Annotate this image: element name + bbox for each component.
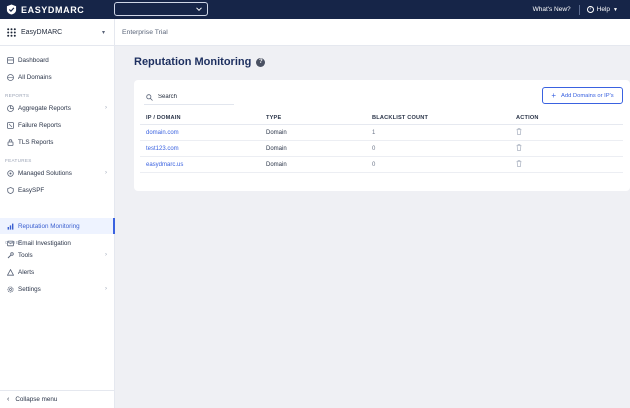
organization-select[interactable] xyxy=(114,2,208,16)
add-domains-button[interactable]: + Add Domains or IP's xyxy=(542,87,623,104)
failure-icon xyxy=(6,121,14,129)
action-cell xyxy=(516,160,623,169)
sidebar-item-label: Alerts xyxy=(18,268,35,276)
domain-link[interactable]: easydmarc.us xyxy=(140,162,266,168)
blacklist-count-cell: 0 xyxy=(372,161,376,168)
top-bar: EASYDMARC What's New? ? Help ▼ xyxy=(0,0,630,19)
plus-icon: + xyxy=(551,90,556,100)
domain-link[interactable]: test123.com xyxy=(140,146,266,152)
type-cell: Domain xyxy=(266,129,287,136)
column-header-action: ACTION xyxy=(516,114,539,121)
section-reports: REPORTS xyxy=(5,93,30,98)
search-box[interactable] xyxy=(144,90,234,105)
type-cell: Domain xyxy=(266,145,287,152)
section-other: OTHER xyxy=(5,240,23,245)
action-cell xyxy=(516,144,623,153)
table-row: test123.com Domain 0 xyxy=(140,141,623,157)
whats-new-link[interactable]: What's New? xyxy=(533,6,571,13)
app-switcher[interactable]: EasyDMARC ▾ xyxy=(0,19,115,46)
tools-icon xyxy=(6,251,14,259)
aggregate-icon xyxy=(6,104,14,112)
table-header: IP / DOMAIN TYPE BLACKLIST COUNT ACTION xyxy=(140,111,623,125)
chevron-right-icon: › xyxy=(105,286,107,292)
chevron-right-icon: › xyxy=(105,170,107,176)
sidebar: EasyDMARC ▾ Dashboard All Domains REPORT… xyxy=(0,19,115,408)
sidebar-item-label: Reputation Monitoring xyxy=(18,222,80,230)
chevron-down-icon xyxy=(196,7,202,12)
collapse-menu-button[interactable]: ‹ Collapse menu xyxy=(0,390,115,408)
sidebar-item-aggregate-reports[interactable]: Aggregate Reports › xyxy=(0,100,115,116)
divider xyxy=(578,4,580,15)
sidebar-item-alerts[interactable]: Alerts xyxy=(0,264,115,280)
table-row: domain.com Domain 1 xyxy=(140,125,623,141)
sidebar-item-managed-solutions[interactable]: Managed Solutions › xyxy=(0,165,115,181)
chevron-left-icon: ‹ xyxy=(7,396,10,403)
sidebar-item-tools[interactable]: Tools › xyxy=(0,247,115,263)
sidebar-item-label: Managed Solutions xyxy=(18,169,72,177)
table-row: easydmarc.us Domain 0 xyxy=(140,157,623,173)
help-label: Help xyxy=(596,6,611,13)
trash-icon[interactable] xyxy=(516,144,522,151)
page-title-text: Reputation Monitoring xyxy=(134,56,252,68)
sidebar-item-label: Failure Reports xyxy=(18,121,62,129)
chevron-down-icon: ▾ xyxy=(101,29,105,36)
sidebar-item-failure-reports[interactable]: Failure Reports xyxy=(0,117,115,133)
page-title: Reputation Monitoring ? xyxy=(134,56,266,68)
monitoring-card: + Add Domains or IP's IP / DOMAIN TYPE B… xyxy=(134,80,630,191)
settings-icon xyxy=(6,285,14,293)
chevron-right-icon: › xyxy=(105,105,107,111)
section-features: FEATURES xyxy=(5,158,32,163)
sidebar-item-tls-reports[interactable]: TLS Reports xyxy=(0,134,115,150)
type-cell: Domain xyxy=(266,161,287,168)
column-header-ip-domain[interactable]: IP / DOMAIN xyxy=(140,115,266,121)
sidebar-item-label: EasySPF xyxy=(18,186,45,194)
sidebar-item-label: All Domains xyxy=(18,73,52,81)
sidebar-item-label: Tools xyxy=(18,251,33,259)
action-cell xyxy=(516,128,623,137)
column-header-blacklist-count[interactable]: BLACKLIST COUNT xyxy=(372,115,516,121)
app-name: EasyDMARC xyxy=(21,28,63,36)
sidebar-item-settings[interactable]: Settings › xyxy=(0,281,115,297)
sidebar-item-label: Email Investigation xyxy=(18,239,71,247)
domains-table: IP / DOMAIN TYPE BLACKLIST COUNT ACTION … xyxy=(140,111,623,173)
managed-icon xyxy=(6,169,14,177)
grid-icon xyxy=(7,27,16,37)
sidebar-item-reputation-monitoring[interactable]: Reputation Monitoring xyxy=(0,218,115,234)
sidebar-item-label: Settings xyxy=(18,285,41,293)
chevron-right-icon: › xyxy=(105,252,107,258)
domains-icon xyxy=(6,73,14,81)
sidebar-item-label: Aggregate Reports xyxy=(18,104,71,112)
search-icon xyxy=(146,93,153,101)
column-header-type[interactable]: TYPE xyxy=(266,115,372,121)
sidebar-item-label: Dashboard xyxy=(18,56,49,64)
subheader: Enterprise Trial xyxy=(115,19,630,46)
help-menu[interactable]: ? Help ▼ xyxy=(586,6,618,13)
spf-icon xyxy=(6,186,14,194)
brand-logo[interactable]: EASYDMARC xyxy=(6,4,84,15)
logo-icon xyxy=(6,4,17,15)
sidebar-item-all-domains[interactable]: All Domains xyxy=(0,69,115,85)
blacklist-count-cell: 0 xyxy=(372,145,376,152)
chevron-down-icon: ▼ xyxy=(613,6,618,13)
plan-label: Enterprise Trial xyxy=(122,28,168,36)
tls-icon xyxy=(6,138,14,146)
sidebar-item-easyspf[interactable]: EasySPF xyxy=(0,182,115,198)
alerts-icon xyxy=(6,268,14,276)
search-input[interactable] xyxy=(158,94,228,100)
question-icon[interactable]: ? xyxy=(256,57,266,67)
sidebar-item-dashboard[interactable]: Dashboard xyxy=(0,52,115,68)
add-domains-label: Add Domains or IP's xyxy=(561,92,614,99)
trash-icon[interactable] xyxy=(516,160,522,167)
help-icon: ? xyxy=(586,6,594,13)
reputation-icon xyxy=(6,222,14,230)
sidebar-item-label: TLS Reports xyxy=(18,138,54,146)
collapse-label: Collapse menu xyxy=(15,396,58,403)
brand-name: EASYDMARC xyxy=(21,4,85,15)
domain-link[interactable]: domain.com xyxy=(140,130,266,136)
dashboard-icon xyxy=(6,56,14,64)
blacklist-count-cell: 1 xyxy=(372,129,376,136)
trash-icon[interactable] xyxy=(516,128,522,135)
